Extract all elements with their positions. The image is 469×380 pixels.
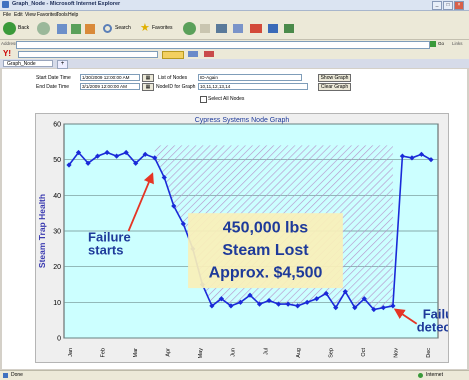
close-icon[interactable]: × — [454, 1, 464, 10]
y-tick-label: 50 — [53, 157, 61, 164]
window-title: Graph_Node - Microsoft Internet Explorer — [12, 1, 121, 7]
status-zone: Internet — [426, 372, 443, 378]
nodeid-input[interactable]: 10,11,12,13,14 — [198, 83, 308, 90]
go-label[interactable]: Go — [438, 41, 444, 46]
x-tick-label: May — [198, 348, 204, 359]
forward-icon[interactable] — [37, 22, 50, 35]
page-icon — [3, 373, 8, 378]
nodeid-label: NodeID for Graph — [156, 84, 196, 90]
home-icon[interactable] — [85, 24, 95, 34]
y-axis-label: Steam Trap Health — [37, 194, 47, 268]
graph-panel: Cypress Systems Node Graph 0 10 20 30 40 50 60… — [35, 113, 469, 363]
x-axis-ticks: Jan Feb Mar Apr May Jun Jul Aug Sep Oct Nov Dec — [68, 348, 432, 359]
node-graph-chart: Cypress Systems Node Graph 0 10 20 30 40 50 60… — [37, 117, 469, 359]
star-icon: ★ — [140, 22, 150, 34]
start-calendar-button[interactable]: ▦ — [142, 74, 154, 82]
chart-title: Cypress Systems Node Graph — [195, 117, 290, 124]
y-tick-label: 10 — [53, 300, 61, 307]
minimize-icon[interactable]: _ — [432, 1, 442, 10]
y-tick-label: 30 — [53, 229, 61, 236]
menu-view[interactable]: View — [25, 12, 36, 18]
start-date-input[interactable]: 1/30/2009 12:00:00 AM — [80, 74, 140, 81]
globe-icon — [418, 373, 423, 378]
x-tick-label: Jun — [231, 348, 237, 357]
x-tick-label: Jan — [68, 348, 74, 357]
edit-icon[interactable] — [233, 24, 243, 33]
node-list-select[interactable]: ID-Again — [198, 74, 302, 81]
menu-help[interactable]: Help — [68, 12, 78, 18]
x-tick-label: Nov — [393, 348, 399, 358]
bookmark-icon[interactable] — [188, 51, 198, 57]
x-tick-label: Mar — [133, 348, 139, 358]
select-all-label: Select All Nodes — [208, 96, 245, 102]
stop-icon[interactable] — [57, 24, 67, 34]
address-bar: Address Go Links — [0, 40, 469, 49]
messenger-icon[interactable] — [250, 24, 262, 33]
tab-graph-node[interactable]: Graph_Node — [3, 60, 53, 67]
callout-line-2: Steam Lost — [222, 242, 309, 259]
search-icon — [103, 24, 112, 33]
tab-bar: Graph_Node + — [0, 59, 469, 69]
end-calendar-button[interactable]: ▦ — [142, 83, 154, 91]
search-label: Search — [115, 25, 131, 31]
menu-favorites[interactable]: Favorites — [37, 12, 58, 18]
yahoo-icon[interactable]: Y! — [3, 49, 11, 58]
favorites-label: Favorites — [152, 25, 173, 31]
y-tick-label: 40 — [53, 193, 61, 200]
node-list-label: List of Nodes — [158, 75, 188, 81]
select-all-checkbox[interactable] — [200, 96, 207, 103]
toolbar: Back Search ★ Favorites — [0, 19, 469, 40]
go-icon[interactable] — [430, 41, 436, 47]
menu-bar: File Edit View Favorites Tools Help — [0, 11, 469, 19]
back-arrow-icon — [3, 22, 16, 35]
mail-icon[interactable] — [200, 24, 210, 33]
x-tick-label: Feb — [101, 348, 107, 357]
menu-tools[interactable]: Tools — [56, 12, 68, 18]
start-date-label: Start Date Time — [36, 75, 71, 81]
callout-line-1: 450,000 lbs — [223, 220, 309, 237]
status-text: Done — [11, 372, 23, 378]
y-tick-label: 0 — [57, 336, 61, 343]
y-tick-label: 20 — [53, 264, 61, 271]
back-label: Back — [18, 25, 30, 31]
toolbar-search-input[interactable] — [18, 51, 158, 58]
print-icon[interactable] — [216, 24, 227, 33]
show-graph-button[interactable]: Show Graph — [318, 74, 351, 82]
mail-alert-icon[interactable] — [204, 51, 214, 57]
new-tab-icon[interactable]: + — [57, 60, 68, 69]
menu-edit[interactable]: Edit — [14, 12, 23, 18]
x-tick-label: Oct — [361, 348, 367, 357]
end-date-input[interactable]: 3/1/2009 12:00:00 AM — [80, 83, 140, 90]
x-tick-label: Aug — [296, 348, 302, 358]
callout-line-3: Approx. $4,500 — [209, 265, 323, 282]
address-input[interactable] — [16, 41, 430, 49]
y-axis-ticks: 0 10 20 30 40 50 60 — [53, 122, 61, 343]
favorites-button[interactable]: ★ Favorites — [140, 22, 178, 35]
clear-graph-button[interactable]: Clear Graph — [318, 83, 351, 91]
ie-icon — [2, 1, 9, 8]
x-tick-label: Sep — [328, 348, 334, 358]
web-search-button[interactable] — [162, 51, 184, 59]
menu-file[interactable]: File — [3, 12, 11, 18]
research-icon[interactable] — [268, 24, 278, 33]
back-button[interactable]: Back — [3, 22, 33, 35]
failure-detected-word: detected — [417, 319, 448, 334]
end-date-label: End Date Time — [36, 84, 70, 90]
x-tick-label: Dec — [426, 348, 432, 358]
x-tick-label: Jul — [263, 348, 269, 355]
search-button[interactable]: Search — [103, 22, 137, 35]
failure-starts-word: starts — [88, 243, 123, 258]
history-icon[interactable] — [183, 22, 196, 35]
refresh-icon[interactable] — [71, 24, 81, 34]
x-tick-label: Apr — [166, 348, 172, 357]
links-label[interactable]: Links — [452, 41, 463, 46]
y-tick-label: 60 — [53, 122, 61, 129]
maximize-icon[interactable]: □ — [443, 1, 453, 10]
title-bar: Graph_Node - Microsoft Internet Explorer… — [0, 0, 469, 11]
discuss-icon[interactable] — [284, 24, 294, 33]
